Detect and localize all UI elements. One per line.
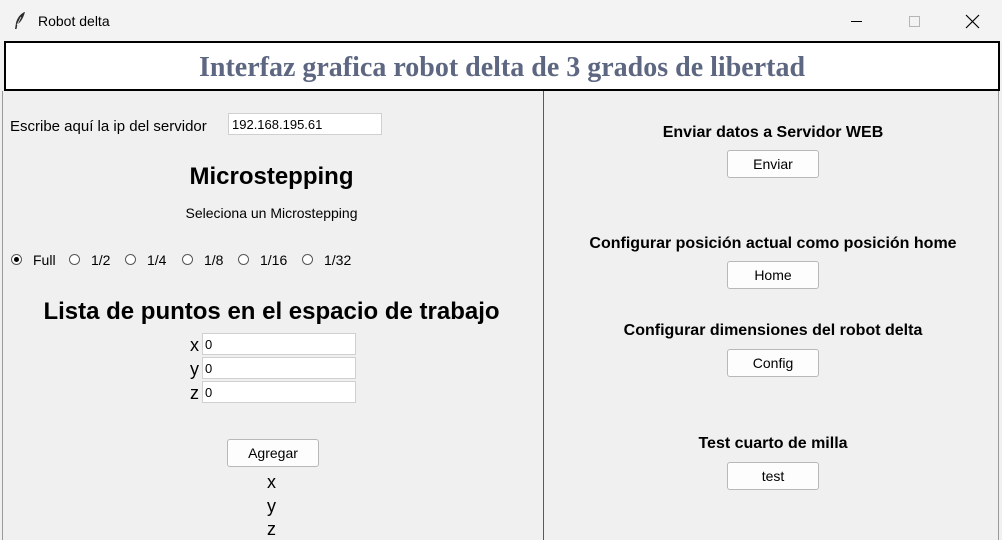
points-list-title: Lista de puntos en el espacio de trabajo [43,298,500,325]
radio-dot [238,254,249,265]
z-label: z [190,383,199,403]
output-z-label: z [267,519,276,539]
send-data-label: Enviar datos a Servidor WEB [662,124,884,141]
panel-divider [543,91,544,540]
radio-label: Full [33,252,56,268]
radio-dot [11,254,22,265]
minimize-icon [851,21,862,22]
radio-dot [125,254,136,265]
right-panel-border [998,91,999,540]
page-title: Interfaz grafica robot delta de 3 grados… [198,52,806,83]
x-label: x [190,335,199,355]
y-label: y [190,359,199,379]
ip-input[interactable] [228,113,382,135]
title-bar: Robot delta [0,0,1002,42]
add-button[interactable]: Agregar [227,439,319,467]
dimensions-config-label: Configurar dimensiones del robot delta [623,322,923,339]
radio-label: 1/4 [147,252,167,268]
close-icon [965,14,980,29]
y-input[interactable] [202,357,356,379]
test-button[interactable]: test [727,462,819,490]
home-config-label: Configurar posición actual como posición… [589,235,957,252]
radio-dot [182,254,193,265]
window-title: Robot delta [38,13,110,29]
output-x-label: x [267,472,276,492]
feather-icon [15,12,25,29]
maximize-button[interactable] [886,0,944,42]
maximize-icon [909,16,920,27]
z-input[interactable] [202,381,356,403]
header-banner: Interfaz grafica robot delta de 3 grados… [4,41,1000,91]
radio-dot [302,254,313,265]
ip-label: Escribe aquí la ip del servidor [10,118,207,135]
close-button[interactable] [944,0,1002,42]
quarter-mile-test-label: Test cuarto de milla [698,435,848,452]
microstepping-title: Microstepping [189,163,354,190]
radio-label: 1/16 [260,252,288,268]
config-button[interactable]: Config [727,349,819,377]
microstepping-subtitle: Seleciona un Microstepping [185,205,358,221]
radio-label: 1/8 [204,252,224,268]
radio-dot [69,254,80,265]
output-y-label: y [267,496,276,516]
radio-label: 1/2 [91,252,111,268]
x-input[interactable] [202,333,356,355]
minimize-button[interactable] [828,0,886,42]
send-button[interactable]: Enviar [727,150,819,178]
radio-label: 1/32 [324,252,352,268]
home-button[interactable]: Home [727,261,819,289]
